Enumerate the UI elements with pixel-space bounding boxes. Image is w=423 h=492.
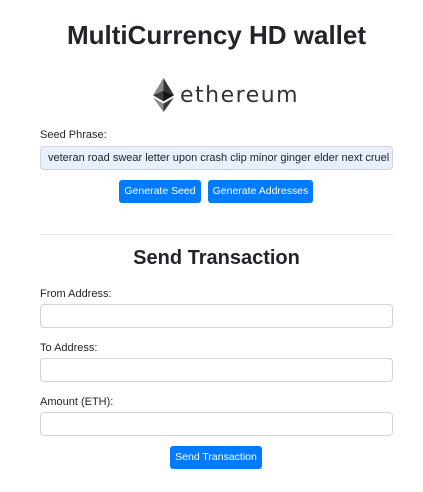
from-address-input[interactable]	[40, 304, 393, 328]
send-transaction-button[interactable]: Send Transaction	[170, 446, 262, 469]
page-title: MultiCurrency HD wallet	[66, 20, 367, 50]
ethereum-wordmark: ethereum	[180, 82, 300, 108]
ethereum-logo: ethereum	[153, 78, 299, 112]
seed-phrase-label: Seed Phrase:	[40, 129, 107, 141]
to-address-input[interactable]	[40, 358, 393, 382]
section-divider	[40, 234, 393, 235]
amount-label: Amount (ETH):	[40, 396, 114, 408]
to-address-label: To Address:	[40, 342, 98, 354]
generate-addresses-button[interactable]: Generate Addresses	[208, 180, 313, 203]
seed-phrase-input[interactable]	[40, 146, 393, 170]
from-address-label: From Address:	[40, 288, 112, 300]
send-transaction-heading: Send Transaction	[133, 247, 300, 269]
ethereum-diamond-icon	[153, 78, 174, 112]
amount-input[interactable]	[40, 412, 393, 436]
generate-seed-button[interactable]: Generate Seed	[119, 180, 201, 203]
